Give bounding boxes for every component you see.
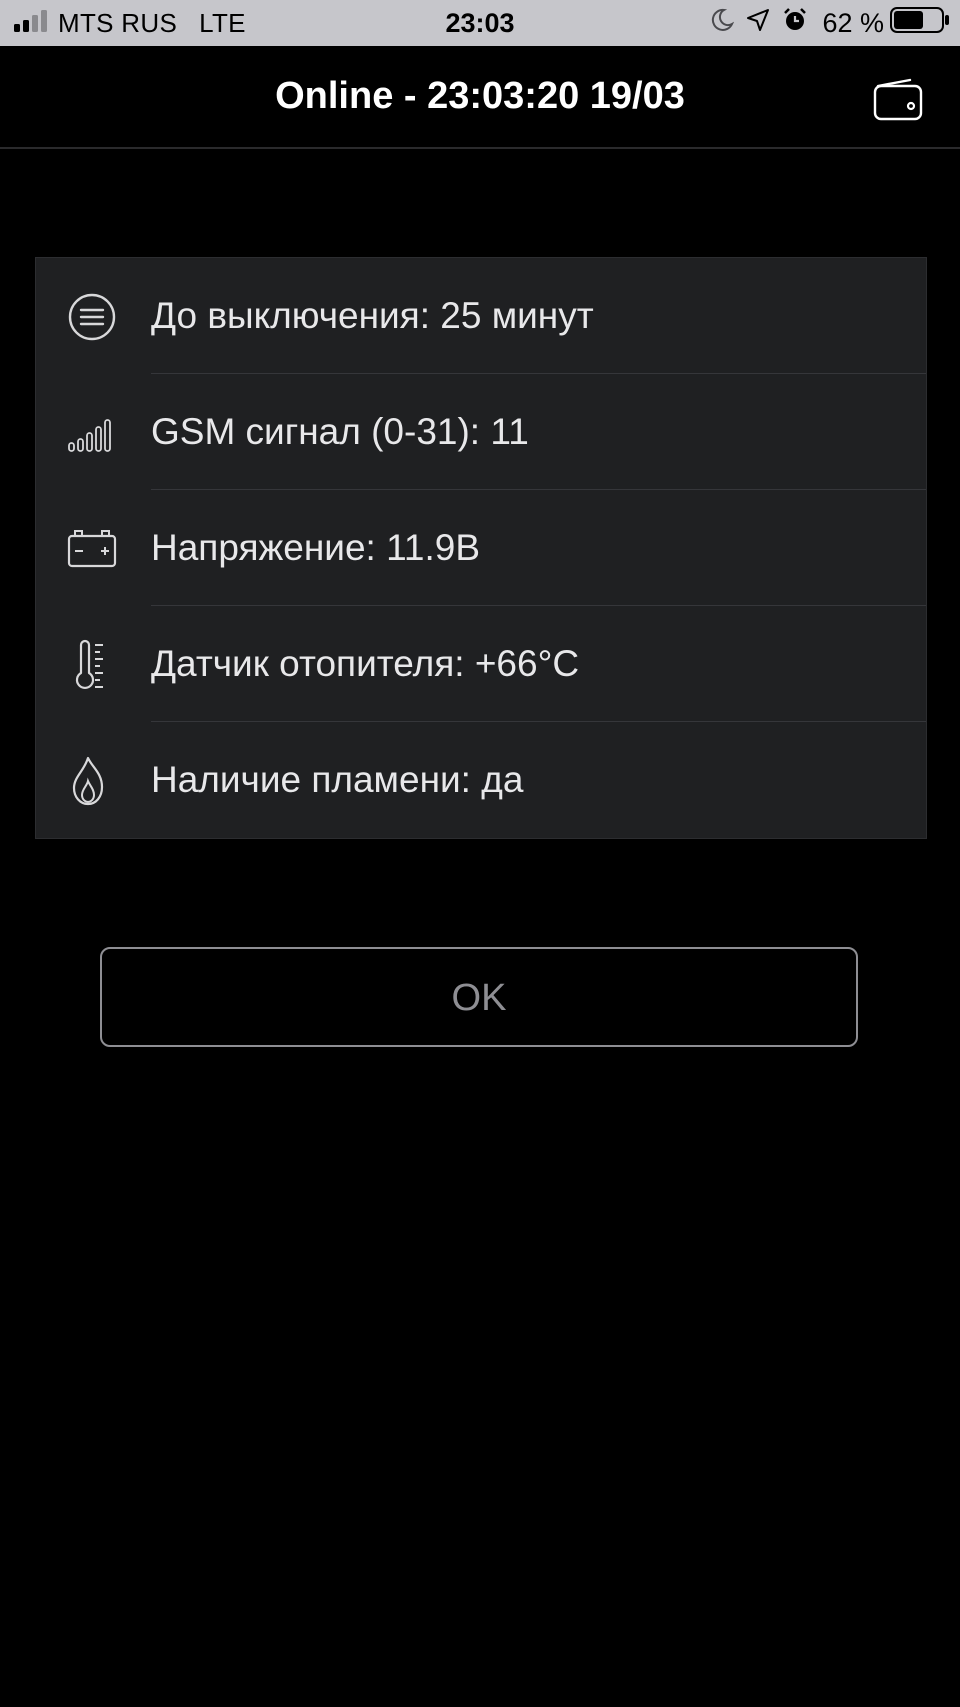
thermometer-icon (66, 639, 118, 691)
signal-bars-icon (66, 407, 118, 459)
info-row-shutdown: До выключения: 25 минут (36, 258, 926, 374)
menu-circle-icon (66, 291, 118, 343)
info-row-label: Датчик отопителя: +66°С (151, 643, 580, 684)
info-row-label: Наличие пламени: да (151, 759, 524, 800)
car-battery-icon (66, 523, 118, 575)
battery-icon (890, 6, 950, 41)
info-row-label: Напряжение: 11.9В (151, 527, 481, 568)
alarm-clock-icon (782, 7, 808, 40)
info-row-heater-sensor: Датчик отопителя: +66°С (36, 606, 926, 722)
wallet-icon (872, 78, 924, 126)
page-title: Online - 23:03:20 19/03 (275, 75, 685, 117)
status-bar: MTS RUS LTE 23:03 62 % (0, 0, 960, 46)
ok-button[interactable]: OK (100, 947, 858, 1047)
battery-percent: 62 % (822, 7, 884, 38)
info-row-voltage: Напряжение: 11.9В (36, 490, 926, 606)
info-row-gsm-signal: GSM сигнал (0-31): 11 (36, 374, 926, 490)
status-info-card: До выключения: 25 минут GSM сигнал (0-31… (35, 257, 927, 839)
status-right: 62 % (698, 0, 950, 46)
flame-icon (66, 755, 118, 807)
info-row-flame: Наличие пламени: да (36, 722, 926, 838)
wallet-button[interactable] (872, 76, 924, 122)
nav-bar: Online - 23:03:20 19/03 (0, 46, 960, 149)
moon-icon (710, 8, 735, 39)
info-row-label: GSM сигнал (0-31): 11 (151, 411, 529, 452)
info-row-label: До выключения: 25 минут (151, 295, 594, 336)
location-arrow-icon (746, 8, 770, 39)
